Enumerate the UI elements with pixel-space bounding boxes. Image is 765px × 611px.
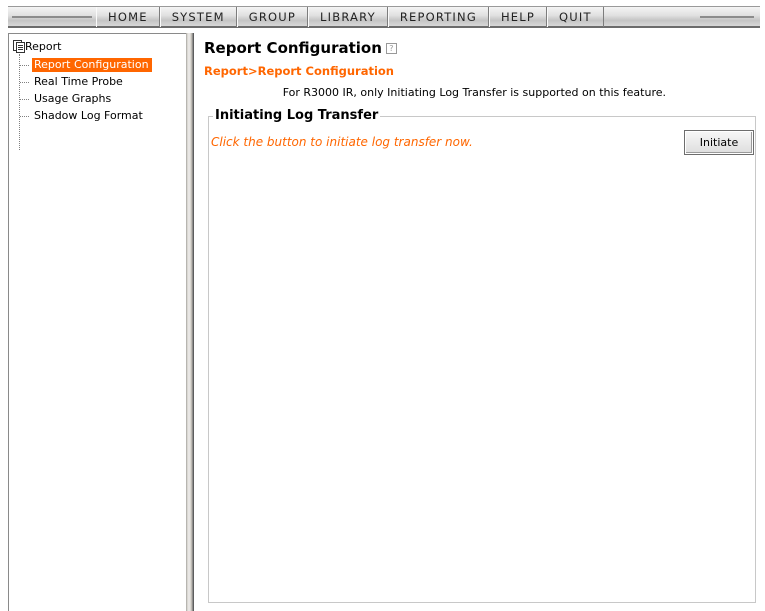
report-folder-icon (13, 40, 25, 53)
page-title: Report Configuration (204, 39, 382, 57)
feature-notice: For R3000 IR, only Initiating Log Transf… (282, 86, 666, 99)
sidebar-tree: Report Report Configuration Real Time Pr… (8, 33, 186, 611)
sidebar-item-real-time-probe[interactable]: Real Time Probe (20, 75, 125, 89)
nav-system[interactable]: SYSTEM (159, 7, 237, 27)
section-legend: Initiating Log Transfer (213, 108, 381, 123)
nav-decor-line-right (700, 16, 754, 18)
initiate-button[interactable]: Initiate (684, 130, 754, 155)
sidebar-item-label: Real Time Probe (34, 75, 123, 88)
nav-strip: HOME SYSTEM GROUP LIBRARY REPORTING HELP… (8, 6, 760, 28)
sidebar-item-shadow-log-format[interactable]: Shadow Log Format (20, 109, 145, 123)
top-nav-bar: HOME SYSTEM GROUP LIBRARY REPORTING HELP… (0, 0, 765, 32)
breadcrumb: Report>Report Configuration (204, 64, 394, 78)
sidebar-item-report-configuration[interactable]: Report Configuration (20, 58, 152, 72)
sidebar-item-label: Shadow Log Format (34, 109, 143, 122)
page-title-row: Report Configuration ? (204, 39, 397, 57)
nav-reporting[interactable]: REPORTING (387, 7, 489, 27)
nav-library[interactable]: LIBRARY (308, 7, 388, 27)
nav-decor-line-left (12, 16, 92, 18)
sidebar-item-label: Usage Graphs (34, 92, 112, 105)
help-icon[interactable]: ? (385, 42, 397, 54)
nav-help[interactable]: HELP (488, 7, 548, 27)
main-content: Report Configuration ? Report>Report Con… (194, 33, 765, 611)
tree-root[interactable]: Report (13, 39, 61, 53)
log-transfer-section: Initiating Log Transfer Click the button… (208, 109, 756, 603)
nav-menu: HOME SYSTEM GROUP LIBRARY REPORTING HELP… (96, 7, 604, 27)
nav-home[interactable]: HOME (96, 7, 160, 27)
panel-splitter[interactable] (186, 33, 194, 611)
sidebar-item-label: Report Configuration (32, 58, 152, 72)
nav-quit[interactable]: QUIT (547, 7, 604, 27)
instruction-text: Click the button to initiate log transfe… (211, 135, 473, 149)
sidebar-item-usage-graphs[interactable]: Usage Graphs (20, 92, 113, 106)
nav-group[interactable]: GROUP (236, 7, 309, 27)
tree-root-label: Report (25, 39, 62, 53)
